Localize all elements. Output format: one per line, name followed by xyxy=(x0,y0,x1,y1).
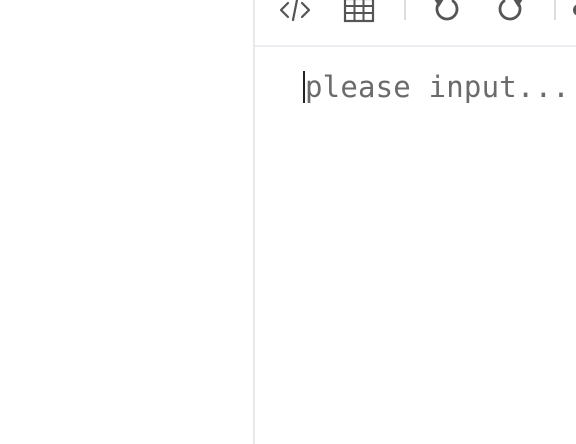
more-icon xyxy=(569,0,576,20)
redo-icon xyxy=(496,0,526,25)
undo-button[interactable] xyxy=(428,0,464,28)
code-icon xyxy=(278,0,312,23)
code-button[interactable] xyxy=(277,0,313,28)
editor-content[interactable]: please input... xyxy=(255,47,576,444)
table-icon xyxy=(343,0,375,24)
toolbar-separator xyxy=(554,0,556,20)
app-window: please input... xyxy=(0,0,576,444)
input-placeholder: please input... xyxy=(305,70,570,104)
undo-icon xyxy=(431,0,461,25)
more-button[interactable] xyxy=(561,0,576,28)
toolbar-separator xyxy=(404,0,406,20)
redo-button[interactable] xyxy=(493,0,529,28)
text-input[interactable]: please input... xyxy=(303,69,570,105)
table-button[interactable] xyxy=(341,0,377,28)
left-pane xyxy=(0,0,253,444)
editor-toolbar xyxy=(255,0,576,47)
editor-pane: please input... xyxy=(255,0,576,444)
